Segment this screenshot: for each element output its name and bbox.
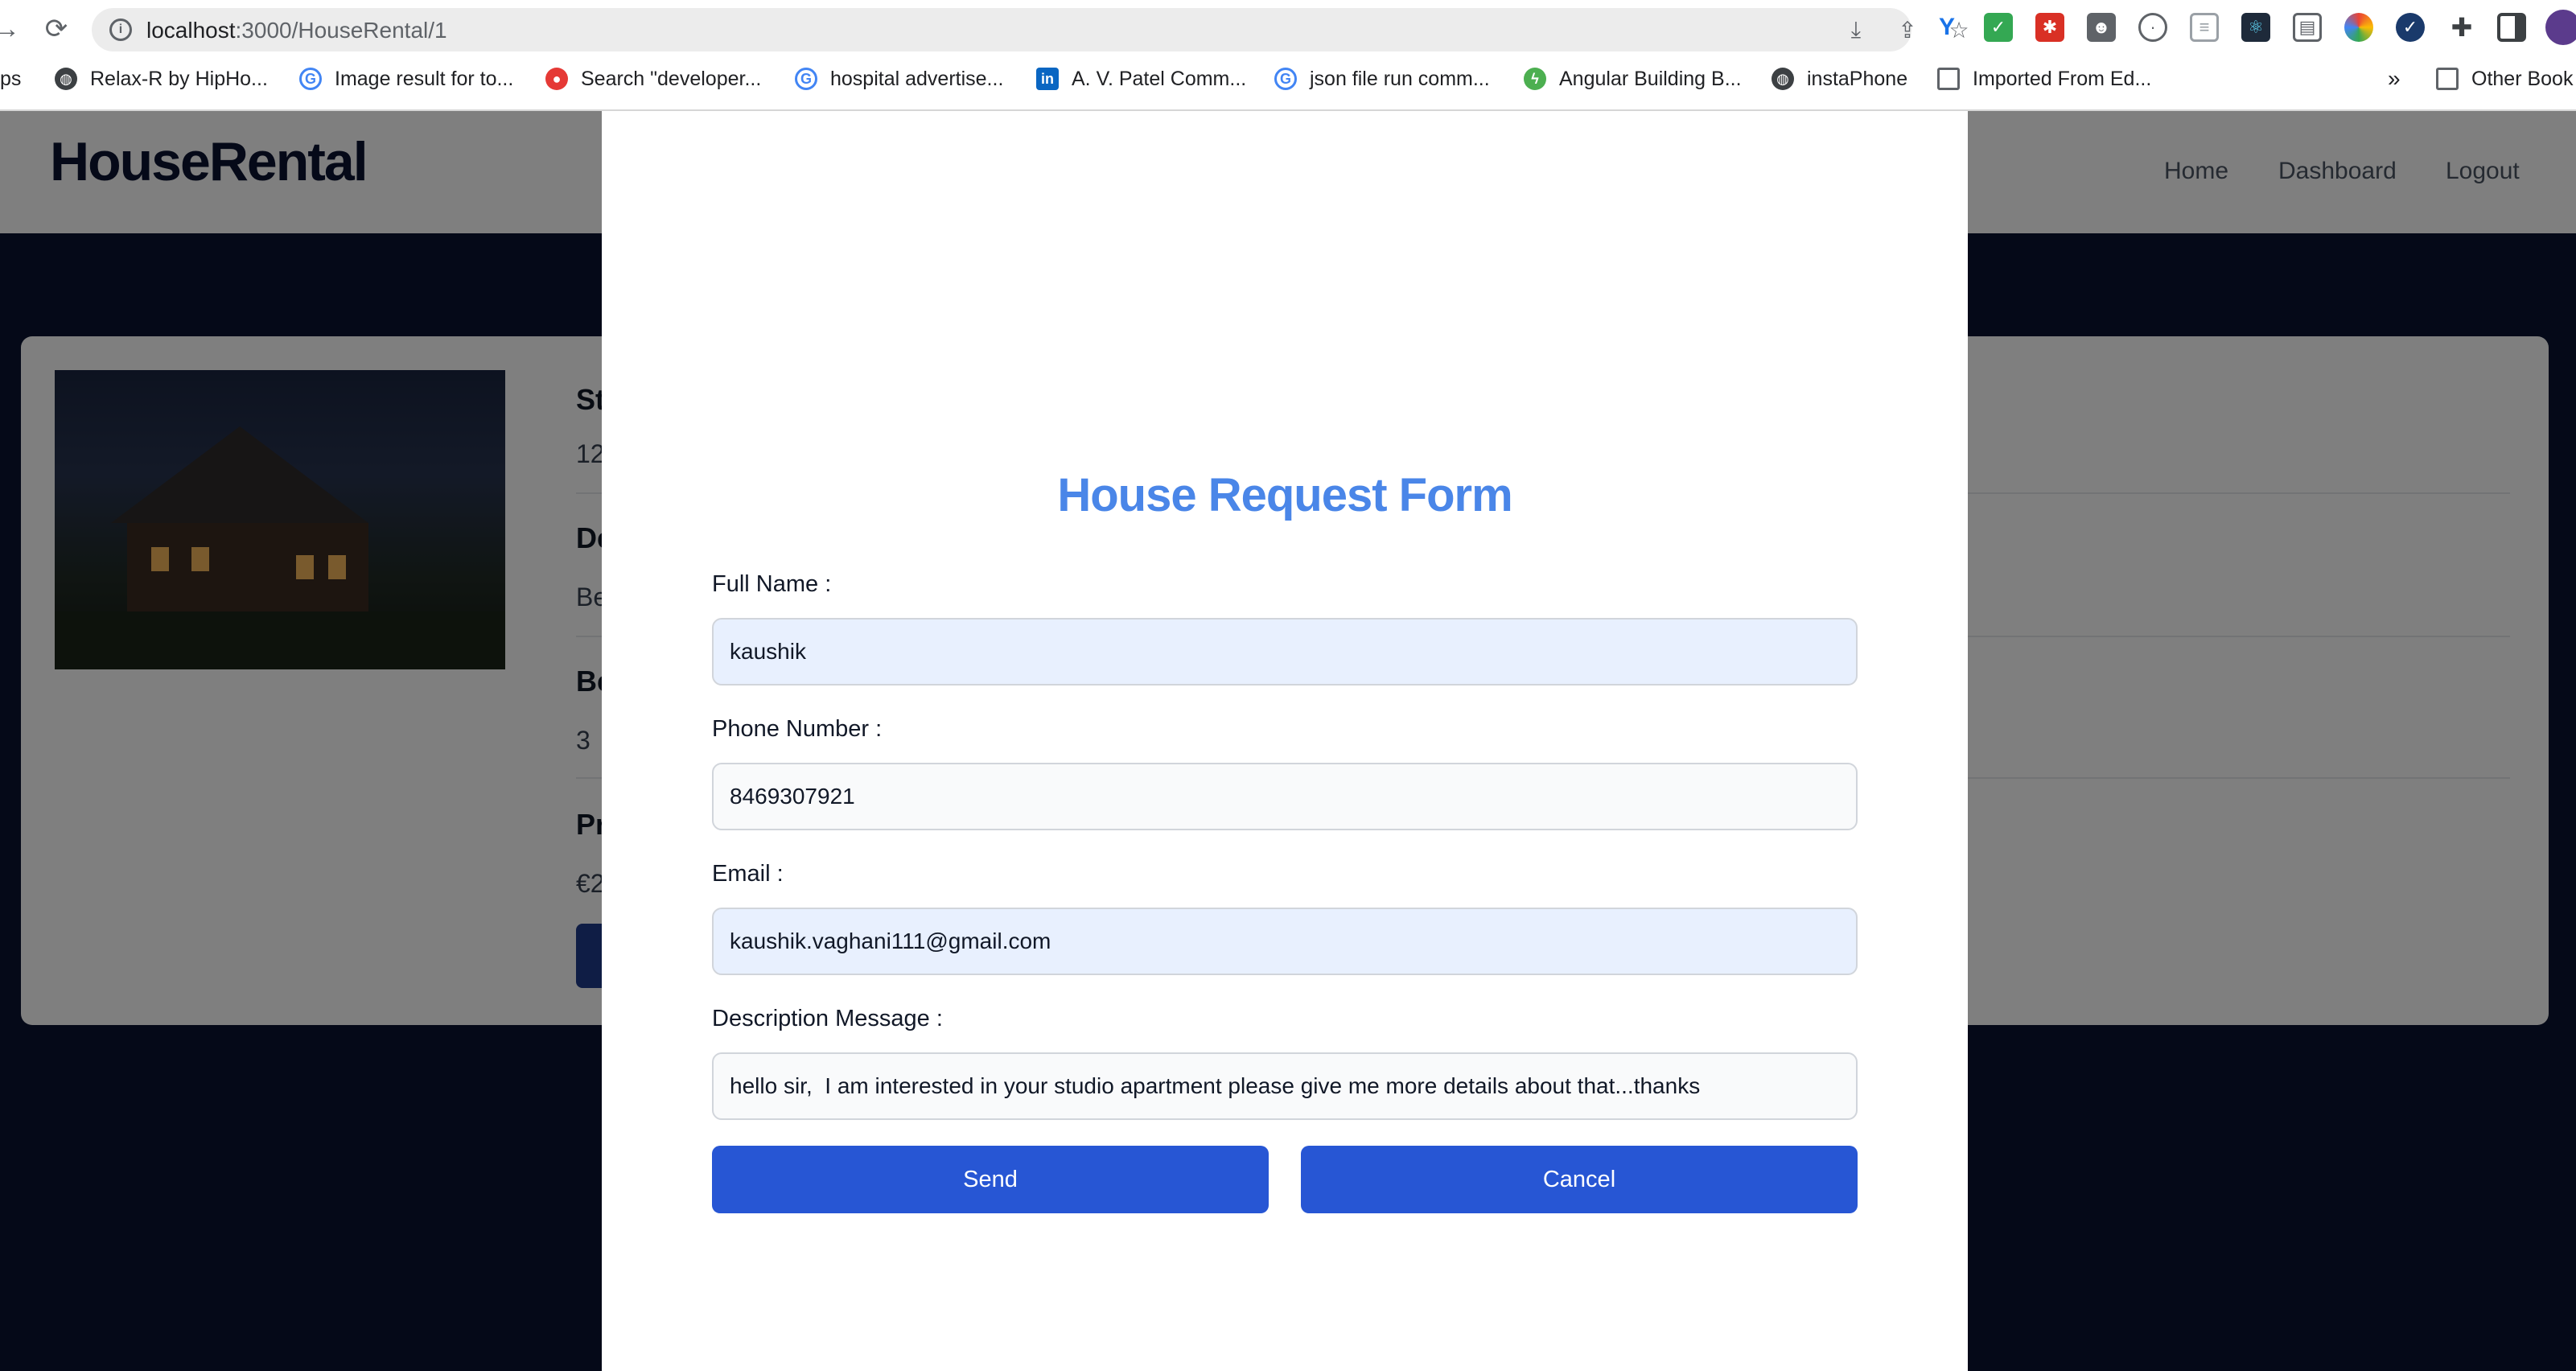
globe-icon: ◍ — [55, 68, 77, 90]
google-icon: G — [1274, 68, 1297, 90]
send-button[interactable]: Send — [712, 1146, 1269, 1213]
linkedin-icon: in — [1036, 68, 1059, 90]
address-bar[interactable]: i localhost:3000/HouseRental/1 ⤓ ⇪ ☆ — [92, 8, 1969, 51]
share-icon[interactable]: ⇪ — [1894, 16, 1921, 43]
phone-input[interactable] — [712, 763, 1858, 830]
folder-icon — [1937, 68, 1960, 90]
url-text[interactable]: localhost:3000/HouseRental/1 — [146, 18, 447, 43]
bookmark-other-folder[interactable]: Other Book — [2436, 64, 2573, 93]
browser-chrome: → ⟳ i localhost:3000/HouseRental/1 ⤓ ⇪ ☆… — [0, 0, 2576, 111]
description-label: Description Message : — [712, 1006, 943, 1031]
google-icon: G — [795, 68, 817, 90]
email-input[interactable] — [712, 908, 1858, 975]
bookmark-apps[interactable]: ps — [0, 64, 21, 93]
bookmark-json-file[interactable]: Gjson file run comm... — [1274, 64, 1490, 93]
full-name-label: Full Name : — [712, 571, 832, 597]
bookmarks-bar: ps ◍ Relax-R by HipHo... G Image result fo… — [0, 61, 2576, 98]
bookmark-relax-r[interactable]: ◍ Relax-R by HipHo... — [55, 64, 268, 93]
code-extension-icon[interactable]: · — [2138, 13, 2167, 42]
bookmarks-overflow[interactable]: » — [2388, 64, 2401, 93]
bookmark-hospital[interactable]: Ghospital advertise... — [795, 64, 1003, 93]
full-name-input[interactable] — [712, 618, 1858, 686]
back-arrow-icon[interactable]: → — [0, 11, 24, 47]
bolt-icon: ϟ — [1524, 68, 1546, 90]
vuejs-extension-icon[interactable]: Y — [1932, 13, 1961, 42]
description-input[interactable] — [712, 1052, 1858, 1120]
bookmark-instaphone[interactable]: ◍ instaPhone — [1772, 64, 1907, 93]
red-extension-icon[interactable]: ✱ — [2035, 13, 2064, 42]
bookmark-imported-folder[interactable]: Imported From Ed... — [1937, 64, 2151, 93]
bookmark-angular-building[interactable]: ϟ Angular Building B... — [1524, 64, 1742, 93]
profile-avatar[interactable] — [2545, 10, 2576, 45]
globe-icon: ◍ — [1772, 68, 1794, 90]
email-label: Email : — [712, 861, 784, 887]
side-panel-icon[interactable] — [2497, 13, 2526, 42]
bookmark-av-patel[interactable]: in A. V. Patel Comm... — [1036, 64, 1246, 93]
folder-icon — [2436, 68, 2459, 90]
phone-label: Phone Number : — [712, 716, 883, 742]
puzzle-extensions-icon[interactable]: ✚ — [2447, 13, 2476, 42]
bookmark-search-developer[interactable]: ● Search "developer... — [545, 64, 761, 93]
red-circle-icon: ● — [545, 68, 568, 90]
reload-icon[interactable]: ⟳ — [39, 11, 74, 47]
color-picker-extension-icon[interactable] — [2344, 13, 2373, 42]
form-title: House Request Form — [1057, 469, 1512, 521]
bookmark-image-result[interactable]: G Image result for to... — [299, 64, 513, 93]
google-icon: G — [299, 68, 322, 90]
clipboard-extension-icon[interactable]: ▤ — [2293, 13, 2322, 42]
cancel-button[interactable]: Cancel — [1301, 1146, 1858, 1213]
house-request-modal: House Request Form Full Name : Phone Num… — [602, 111, 1968, 1371]
document-extension-icon[interactable]: ≡ — [2190, 13, 2219, 42]
react-extension-icon[interactable]: ⚛ — [2241, 13, 2270, 42]
robot-extension-icon[interactable]: ☻ — [2087, 13, 2116, 42]
install-icon[interactable]: ⤓ — [1842, 16, 1870, 43]
shield-extension-icon[interactable]: ✓ — [1984, 13, 2013, 42]
check-extension-icon[interactable]: ✓ — [2396, 13, 2425, 42]
site-info-icon[interactable]: i — [109, 19, 132, 41]
